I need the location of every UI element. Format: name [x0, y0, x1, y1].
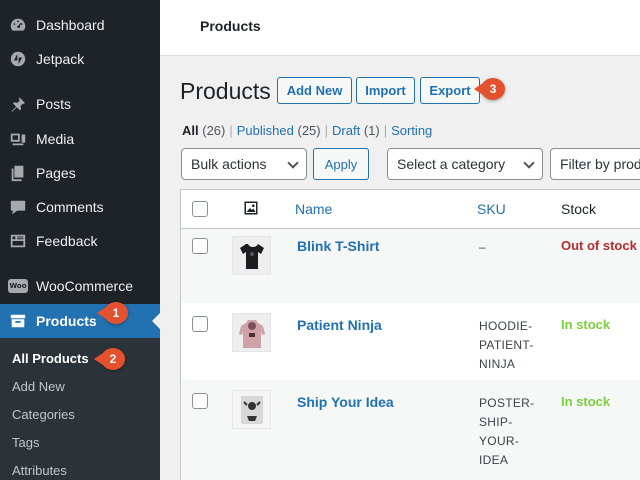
woo-icon-text: Woo: [8, 279, 28, 293]
sidebar-item-label: Feedback: [36, 233, 98, 249]
import-button[interactable]: Import: [356, 77, 415, 104]
tshirt-image: [239, 243, 264, 269]
row-checkbox[interactable]: [192, 238, 208, 254]
view-separator: |: [324, 123, 329, 138]
archive-icon: [8, 311, 28, 331]
export-button[interactable]: Export: [420, 77, 480, 104]
select-all-header: [192, 190, 212, 228]
sidebar-item-label: Products: [36, 313, 97, 329]
product-name-link[interactable]: Blink T-Shirt: [297, 238, 379, 254]
sidebar-item-label: Comments: [36, 199, 104, 215]
pages-icon: [8, 163, 28, 183]
product-sku: POSTER- SHIP- YOUR- IDEA: [479, 396, 535, 467]
admin-sidebar: Dashboard Jetpack Posts Media Pages Comm…: [0, 0, 160, 480]
table-row: Ship Your Idea POSTER- SHIP- YOUR- IDEA …: [181, 380, 640, 480]
product-name-link[interactable]: Ship Your Idea: [297, 394, 394, 410]
submenu-add-new[interactable]: Add New: [12, 379, 65, 394]
sidebar-item-posts[interactable]: Posts: [0, 87, 160, 121]
bulk-actions-value: Bulk actions: [191, 156, 267, 172]
image-icon: [244, 201, 258, 218]
column-header-stock: Stock: [561, 201, 597, 217]
sidebar-item-dashboard[interactable]: Dashboard: [0, 8, 160, 42]
step-badge-2: 2: [94, 348, 125, 370]
product-sku: –: [479, 240, 486, 254]
column-header-name[interactable]: Name: [295, 190, 332, 228]
sidebar-item-feedback[interactable]: Feedback: [0, 224, 160, 258]
table-row: Patient Ninja HOODIE- PATIENT- NINJA In …: [181, 303, 640, 380]
sidebar-item-products[interactable]: Products: [0, 304, 160, 338]
feedback-icon: [8, 231, 28, 251]
comment-icon: [8, 197, 28, 217]
add-new-button[interactable]: Add New: [277, 77, 352, 104]
product-thumbnail[interactable]: [232, 236, 271, 275]
products-table: Name SKU Stock Blink T-Shirt – Out of st…: [180, 189, 640, 480]
submenu-all-products[interactable]: All Products: [12, 351, 89, 366]
sidebar-item-jetpack[interactable]: Jetpack: [0, 42, 160, 76]
product-thumbnail[interactable]: [232, 313, 271, 352]
pin-icon: [8, 94, 28, 114]
bulk-actions-select[interactable]: Bulk actions: [181, 148, 307, 180]
chevron-down-icon: [523, 157, 535, 169]
submenu-categories[interactable]: Categories: [12, 407, 75, 422]
header-title: Products: [200, 18, 261, 34]
sidebar-item-label: Media: [36, 131, 75, 147]
stock-status: Out of stock: [561, 238, 637, 253]
poster-image: [240, 395, 263, 424]
top-header-bar: Products: [160, 0, 640, 56]
page-title: Products: [180, 78, 271, 104]
view-sorting[interactable]: Sorting: [391, 123, 432, 138]
submenu-attributes[interactable]: Attributes: [12, 463, 67, 478]
sidebar-item-label: Posts: [36, 96, 72, 112]
view-published[interactable]: Published (25): [237, 123, 321, 138]
sidebar-item-label: Dashboard: [36, 17, 105, 33]
woo-icon: Woo: [8, 276, 28, 296]
sidebar-item-comments[interactable]: Comments: [0, 190, 160, 224]
apply-button[interactable]: Apply: [313, 148, 369, 180]
submenu-tags[interactable]: Tags: [12, 435, 39, 450]
media-icon: [8, 129, 28, 149]
active-menu-arrow: [152, 313, 160, 329]
product-type-select[interactable]: Filter by product type: [550, 148, 640, 180]
product-sku: HOODIE- PATIENT- NINJA: [479, 319, 534, 371]
sidebar-item-media[interactable]: Media: [0, 122, 160, 156]
products-submenu: All Products Add New Categories Tags Att…: [0, 338, 160, 480]
view-draft[interactable]: Draft (1): [332, 123, 380, 138]
step-badge-3: 3: [474, 78, 505, 100]
product-type-select-value: Filter by product type: [560, 156, 640, 172]
row-checkbox[interactable]: [192, 316, 208, 332]
view-separator: |: [229, 123, 233, 138]
dashboard-icon: [8, 15, 28, 35]
column-header-sku[interactable]: SKU: [477, 190, 506, 228]
chevron-down-icon: [287, 157, 299, 169]
jetpack-icon: [8, 49, 28, 69]
sidebar-item-pages[interactable]: Pages: [0, 156, 160, 190]
step-badge-1: 1: [97, 302, 128, 324]
row-checkbox[interactable]: [192, 393, 208, 409]
sidebar-item-woocommerce[interactable]: Woo WooCommerce: [0, 269, 160, 303]
view-all[interactable]: All (26): [182, 123, 225, 138]
stock-status: In stock: [561, 394, 611, 409]
table-row: Blink T-Shirt – Out of stock: [181, 229, 640, 303]
product-thumbnail[interactable]: [232, 390, 271, 429]
product-name-link[interactable]: Patient Ninja: [297, 317, 382, 333]
select-all-checkbox[interactable]: [192, 201, 208, 217]
hoodie-image: [238, 319, 265, 348]
category-select-value: Select a category: [397, 156, 506, 172]
view-separator: |: [383, 123, 388, 138]
sidebar-item-label: Pages: [36, 165, 76, 181]
stock-status: In stock: [561, 317, 611, 332]
category-select[interactable]: Select a category: [387, 148, 543, 180]
status-views: All (26) | Published (25) | Draft (1) | Sortin…: [182, 123, 432, 138]
thumbnail-column-header[interactable]: [244, 190, 258, 228]
sidebar-item-label: Jetpack: [36, 51, 85, 67]
sidebar-item-label: WooCommerce: [36, 278, 133, 294]
